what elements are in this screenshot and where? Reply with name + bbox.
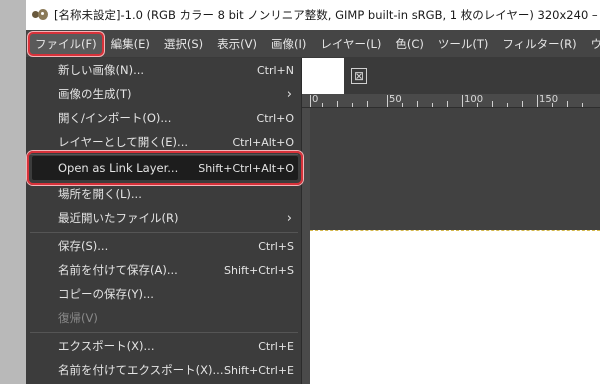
menu-item-open-recent[interactable]: 最近開いたファイル(R) › <box>26 206 302 230</box>
canvas-padding <box>310 108 600 230</box>
menu-colors[interactable]: 色(C) <box>388 32 431 56</box>
menu-select[interactable]: 選択(S) <box>157 32 210 56</box>
menu-item-revert: 復帰(V) <box>58 311 98 325</box>
menu-item-save[interactable]: 保存(S)... Ctrl+S <box>26 234 302 258</box>
image-thumbnail[interactable] <box>302 58 344 94</box>
menu-image[interactable]: 画像(I) <box>264 32 313 56</box>
ruler-label: 100 <box>464 94 484 105</box>
gimp-window: [名称未設定]-1.0 (RGB カラー 8 bit ノンリニア整数, GIMP… <box>26 0 600 384</box>
image-canvas[interactable] <box>310 230 600 384</box>
menu-item-new[interactable]: 新しい画像(N)... Ctrl+N <box>26 58 302 82</box>
image-tab-bar: ⊠ <box>302 58 600 94</box>
chevron-right-icon: › <box>286 86 292 102</box>
file-menu-dropdown: 新しい画像(N)... Ctrl+N 画像の生成(T) › 開く/インポート(O).… <box>26 58 303 384</box>
close-image-icon[interactable]: ⊠ <box>351 68 367 84</box>
ruler-label: 150 <box>539 94 559 105</box>
window-title: [名称未設定]-1.0 (RGB カラー 8 bit ノンリニア整数, GIMP… <box>54 8 600 22</box>
chevron-right-icon: › <box>286 210 292 226</box>
menu-item-export[interactable]: エクスポート(X)... Ctrl+E <box>26 334 302 358</box>
menu-edit[interactable]: 編集(E) <box>104 32 157 56</box>
menu-windows[interactable]: ウィンドウ(W) <box>584 32 600 56</box>
menu-layer[interactable]: レイヤー(L) <box>313 32 388 56</box>
menu-filters[interactable]: フィルター(R) <box>495 32 583 56</box>
menu-item-create[interactable]: 画像の生成(T) › <box>26 82 302 106</box>
menu-file[interactable]: ファイル(F) <box>28 31 104 56</box>
menu-item-save-as[interactable]: 名前を付けて保存(A)... Shift+Ctrl+S <box>26 258 302 282</box>
menu-item-open[interactable]: 開く/インポート(O)... Ctrl+O <box>26 106 302 130</box>
menu-separator <box>30 232 298 233</box>
menu-item-export-as[interactable]: 名前を付けてエクスポート(X)... Shift+Ctrl+E <box>26 358 302 382</box>
horizontal-ruler[interactable]: 0 50 100 150 <box>302 94 600 108</box>
ruler-label: 50 <box>389 94 402 105</box>
vertical-ruler[interactable] <box>302 108 310 384</box>
menu-item-save-copy[interactable]: コピーの保存(Y)... <box>26 282 302 306</box>
menu-tools[interactable]: ツール(T) <box>431 32 496 56</box>
menu-view[interactable]: 表示(V) <box>210 32 264 56</box>
menu-item-open-as-link-layer[interactable]: Open as Link Layer... Shift+Ctrl+Alt+O <box>26 156 302 180</box>
gimp-app-icon <box>32 8 48 22</box>
menu-bar: ファイル(F) 編集(E) 選択(S) 表示(V) 画像(I) レイヤー(L) … <box>26 30 600 58</box>
title-bar: [名称未設定]-1.0 (RGB カラー 8 bit ノンリニア整数, GIMP… <box>26 0 600 30</box>
menu-item-open-location[interactable]: 場所を開く(L)... <box>26 182 302 206</box>
menu-separator <box>30 332 298 333</box>
ruler-label: 0 <box>312 94 319 105</box>
